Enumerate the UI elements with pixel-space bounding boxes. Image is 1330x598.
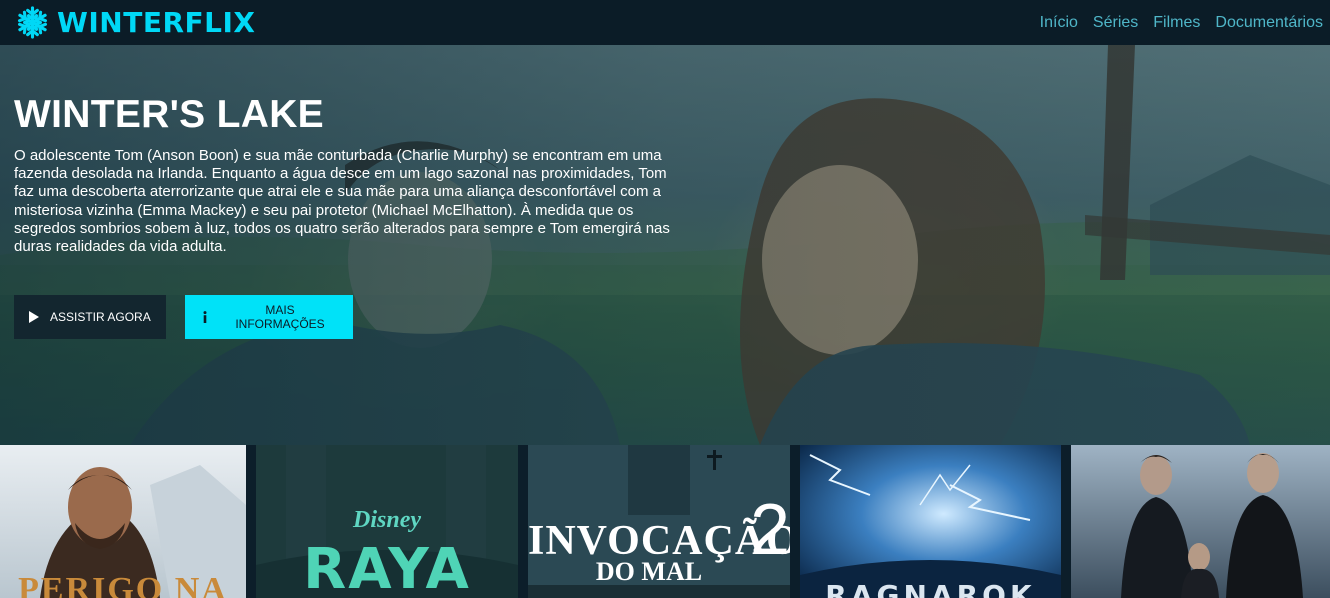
more-info-label: MAIS INFORMAÇÕES bbox=[235, 303, 325, 331]
main-nav: Início Séries Filmes Documentários bbox=[1025, 14, 1323, 32]
hero-actions: ASSISTIR AGORA MAIS INFORMAÇÕES bbox=[14, 295, 353, 339]
poster-image bbox=[800, 445, 1061, 598]
nav-link-series[interactable]: Séries bbox=[1093, 14, 1138, 32]
nav-link-documentarios[interactable]: Documentários bbox=[1215, 14, 1323, 32]
hero-description: O adolescente Tom (Anson Boon) e sua mãe… bbox=[14, 147, 670, 256]
poster-subtitle: DO MAL bbox=[595, 557, 703, 586]
poster-brand: Disney bbox=[353, 507, 421, 533]
poster-title: RAGNAROK bbox=[825, 579, 1036, 598]
more-info-button[interactable]: MAIS INFORMAÇÕES bbox=[185, 295, 353, 339]
poster-title: PERIGO NA bbox=[18, 571, 228, 598]
poster-ragnarok[interactable]: RAGNAROK bbox=[800, 445, 1061, 598]
featured-hero: WINTER'S LAKE O adolescente Tom (Anson B… bbox=[0, 45, 1330, 445]
snowflake-icon bbox=[16, 6, 49, 39]
nav-link-inicio[interactable]: Início bbox=[1040, 14, 1078, 32]
play-icon bbox=[28, 311, 40, 323]
poster-raya[interactable]: Disney RAYA bbox=[256, 445, 518, 598]
watch-now-label: ASSISTIR AGORA bbox=[50, 310, 151, 324]
watch-now-button[interactable]: ASSISTIR AGORA bbox=[14, 295, 166, 339]
info-icon bbox=[199, 311, 211, 323]
poster-invocacao-do-mal-2[interactable]: INVOCAÇÃO DO MAL 2 bbox=[528, 445, 790, 598]
poster-row: PERIGO NA Disney RAYA INVOCAÇÃO DO MAL 2 bbox=[0, 445, 1330, 598]
poster-vampire-series[interactable] bbox=[1071, 445, 1330, 598]
top-navigation-bar: WINTERFLIX Início Séries Filmes Document… bbox=[0, 0, 1330, 45]
poster-image bbox=[1071, 445, 1330, 598]
brand-logo[interactable]: WINTERFLIX bbox=[16, 6, 256, 39]
poster-number: 2 bbox=[750, 490, 790, 570]
hero-title: WINTER'S LAKE bbox=[14, 93, 324, 136]
brand-name: WINTERFLIX bbox=[57, 6, 256, 39]
nav-link-filmes[interactable]: Filmes bbox=[1153, 14, 1200, 32]
poster-perigo-na[interactable]: PERIGO NA bbox=[0, 445, 246, 598]
poster-title: RAYA bbox=[303, 537, 471, 598]
hero-content: WINTER'S LAKE O adolescente Tom (Anson B… bbox=[14, 93, 679, 256]
